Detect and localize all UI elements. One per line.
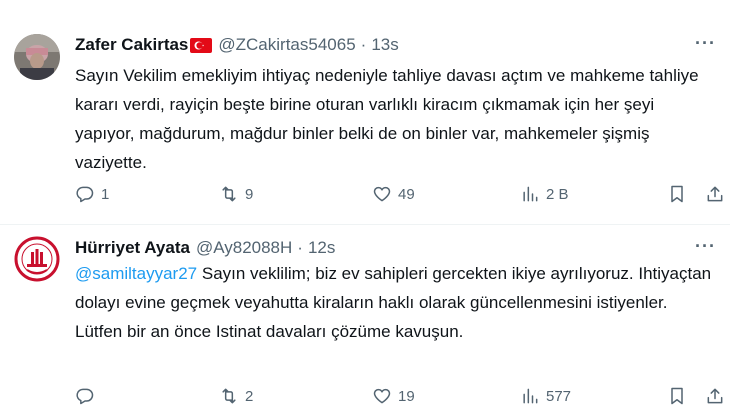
more-icon[interactable]: ··· — [695, 236, 716, 257]
view-count: 577 — [546, 387, 572, 405]
tweet-header: Zafer Cakirtas @ZCakirtas54065 · 13s ··· — [75, 33, 716, 57]
reply-icon — [76, 388, 94, 405]
tweet-actions: 2 19 577 — [75, 385, 725, 407]
reply-count: 1 — [101, 185, 110, 203]
separator: · — [360, 35, 367, 54]
association-logo-avatar — [14, 236, 60, 282]
view-count: 2 B — [546, 185, 569, 203]
views-icon — [523, 388, 538, 404]
share-button[interactable] — [705, 183, 725, 205]
retweet-button[interactable]: 9 — [219, 183, 253, 205]
tweet-text: @samiltayyar27 Sayın veklilim; biz ev sa… — [75, 259, 715, 346]
share-icon — [707, 388, 723, 404]
share-icon — [707, 186, 723, 202]
author-name[interactable]: Hürriyet Ayata — [75, 238, 190, 258]
retweet-count: 9 — [245, 185, 254, 203]
more-icon[interactable]: ··· — [695, 33, 716, 54]
tweet[interactable]: Zafer Cakirtas @ZCakirtas54065 · 13s ···… — [0, 0, 730, 225]
timestamp[interactable]: 13s — [371, 35, 398, 55]
turkey-flag-icon — [190, 37, 213, 53]
tweet-actions: 1 9 49 2 B — [75, 183, 725, 205]
like-icon — [373, 186, 391, 202]
bookmark-button[interactable] — [667, 385, 687, 407]
reply-button[interactable]: 1 — [75, 183, 109, 205]
like-count: 49 — [398, 185, 415, 203]
bookmark-icon — [671, 185, 683, 203]
bookmark-icon — [671, 387, 683, 405]
like-count: 19 — [398, 387, 415, 405]
author-handle[interactable]: @ZCakirtas54065 — [218, 35, 355, 55]
timestamp[interactable]: 12s — [308, 238, 335, 258]
author-handle[interactable]: @Ay82088H — [196, 238, 292, 258]
tweet-header: Hürriyet Ayata @Ay82088H · 12s ··· — [75, 236, 716, 260]
tweet-text: Sayın Vekilim emekliyim ihtiyaç nedeniyl… — [75, 66, 699, 172]
retweet-icon — [222, 388, 236, 404]
views-icon — [523, 186, 538, 202]
avatar[interactable] — [14, 34, 60, 80]
like-button[interactable]: 49 — [372, 183, 415, 205]
retweet-count: 2 — [245, 387, 254, 405]
author-name[interactable]: Zafer Cakirtas — [75, 35, 188, 55]
bookmark-button[interactable] — [667, 183, 687, 205]
separator: · — [297, 238, 303, 257]
reply-icon — [76, 186, 94, 203]
share-button[interactable] — [705, 385, 725, 407]
like-button[interactable]: 19 — [372, 385, 415, 407]
retweet-button[interactable]: 2 — [219, 385, 253, 407]
avatar[interactable] — [14, 236, 60, 282]
reply-button[interactable] — [75, 385, 101, 407]
mention-link[interactable]: @samiltayyar27 — [75, 264, 197, 283]
views-button[interactable]: 2 B — [520, 183, 569, 205]
retweet-icon — [222, 186, 236, 202]
views-button[interactable]: 577 — [520, 385, 571, 407]
avatar-photo — [14, 34, 60, 80]
tweet[interactable]: Hürriyet Ayata @Ay82088H · 12s ··· @sami… — [0, 224, 730, 420]
like-icon — [373, 388, 391, 404]
